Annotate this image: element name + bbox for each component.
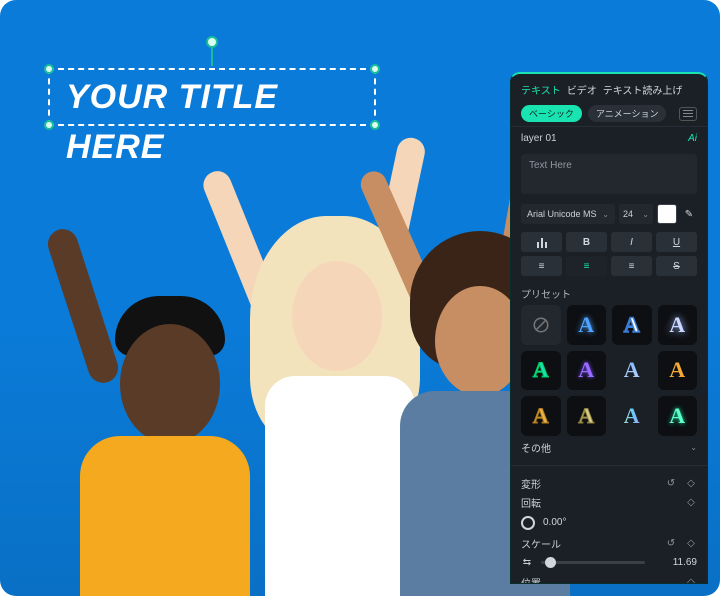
keyframe-icon[interactable]: ◇	[685, 576, 697, 584]
chevron-down-icon: ⌄	[642, 210, 649, 219]
format-button-grid: B I U ≡ ≡ ≡ S	[511, 226, 707, 280]
inspector-panel: テキスト ビデオ テキスト読み上げ ベーシック アニメーション layer 01…	[510, 72, 708, 584]
preset-style-11[interactable]: A	[658, 396, 698, 436]
reset-icon[interactable]: ↺	[665, 477, 677, 489]
underline-button[interactable]: U	[656, 232, 697, 252]
scale-control: ⇆ 11.69	[511, 555, 707, 575]
rotation-value[interactable]: 0.00°	[543, 517, 566, 528]
font-size-select[interactable]: 24 ⌄	[619, 204, 653, 224]
divider	[511, 465, 707, 466]
title-line-2: HERE	[66, 122, 278, 172]
none-icon	[532, 316, 550, 334]
rotation-knob[interactable]	[521, 516, 535, 530]
keyframe-icon[interactable]: ◇	[685, 496, 697, 508]
scale-value[interactable]: 11.69	[653, 557, 697, 568]
title-line-1: YOUR TITLE	[66, 72, 278, 122]
font-family-select[interactable]: Arial Unicode MS ⌄	[521, 204, 615, 224]
preset-style-5[interactable]: A	[567, 351, 607, 391]
preset-style-2[interactable]: A	[612, 305, 652, 345]
other-section[interactable]: その他 ⌄	[511, 436, 707, 459]
preset-style-6[interactable]: A	[612, 351, 652, 391]
italic-button[interactable]: I	[611, 232, 652, 252]
resize-handle-tl[interactable]	[44, 64, 54, 74]
font-size-value: 24	[623, 209, 633, 219]
preset-style-4[interactable]: A	[521, 351, 561, 391]
resize-handle-tr[interactable]	[370, 64, 380, 74]
tab-text[interactable]: テキスト	[521, 82, 561, 97]
subtab-basic[interactable]: ベーシック	[521, 105, 582, 122]
canvas-title-text[interactable]: YOUR TITLE HERE	[66, 72, 278, 172]
position-row: 位置 ◇	[511, 575, 707, 585]
other-label: その他	[521, 440, 551, 455]
subtab-animation[interactable]: アニメーション	[588, 105, 667, 122]
preset-style-8[interactable]: A	[521, 396, 561, 436]
chevron-down-icon: ⌄	[690, 443, 697, 452]
panel-tabs: テキスト ビデオ テキスト読み上げ	[511, 74, 707, 101]
font-family-value: Arial Unicode MS	[527, 209, 597, 219]
bold-button[interactable]: B	[566, 232, 607, 252]
reset-icon[interactable]: ↺	[665, 537, 677, 549]
slider-thumb[interactable]	[545, 557, 556, 568]
align-center-button[interactable]: ≡	[566, 256, 607, 276]
eyedropper-icon[interactable]: ✎	[681, 204, 697, 224]
font-row: Arial Unicode MS ⌄ 24 ⌄ ✎	[511, 202, 707, 226]
align-vertical-button[interactable]	[521, 232, 562, 252]
ai-badge[interactable]: Ai	[688, 133, 697, 144]
preset-style-10[interactable]: A	[612, 396, 652, 436]
link-icon[interactable]: ⇆	[521, 557, 533, 569]
align-left-button[interactable]: ≡	[521, 256, 562, 276]
panel-subtabs: ベーシック アニメーション	[511, 101, 707, 126]
resize-handle-br[interactable]	[370, 120, 380, 130]
app-root: YOUR TITLE HERE テキスト ビデオ テキスト読み上げ ベーシック …	[0, 0, 720, 596]
preset-none[interactable]	[521, 305, 561, 345]
keyframe-icon[interactable]: ◇	[685, 477, 697, 489]
resize-handle-bl[interactable]	[44, 120, 54, 130]
layer-name: layer 01	[521, 133, 557, 144]
preset-style-3[interactable]: A	[658, 305, 698, 345]
rotation-label: 回転	[521, 495, 541, 510]
preset-style-1[interactable]: A	[567, 305, 607, 345]
keyframe-icon[interactable]: ◇	[685, 537, 697, 549]
position-label: 位置	[521, 575, 541, 585]
strikethrough-button[interactable]: S	[656, 256, 697, 276]
transform-section[interactable]: 変形 ↺ ◇	[511, 472, 707, 495]
keyboard-icon[interactable]	[679, 107, 697, 121]
preset-style-7[interactable]: A	[658, 351, 698, 391]
scale-row: スケール ↺ ◇	[511, 536, 707, 555]
rotation-handle[interactable]	[206, 36, 218, 48]
rotation-control: 0.00°	[511, 514, 707, 536]
chevron-down-icon: ⌄	[602, 210, 609, 219]
preset-grid: A A A A A A A A A A A	[511, 305, 707, 436]
rotation-row: 回転 ◇	[511, 495, 707, 514]
layer-row[interactable]: layer 01 Ai	[511, 126, 707, 150]
preset-style-9[interactable]: A	[567, 396, 607, 436]
transform-label: 変形	[521, 476, 541, 491]
tab-video[interactable]: ビデオ	[567, 82, 597, 97]
preset-section-label: プリセット	[511, 280, 707, 305]
align-right-button[interactable]: ≡	[611, 256, 652, 276]
tab-tts[interactable]: テキスト読み上げ	[603, 82, 683, 97]
scale-slider[interactable]	[541, 561, 645, 564]
scale-label: スケール	[521, 536, 561, 551]
text-content-input[interactable]: Text Here	[521, 154, 697, 194]
text-color-swatch[interactable]	[657, 204, 677, 224]
text-placeholder: Text Here	[529, 160, 572, 171]
